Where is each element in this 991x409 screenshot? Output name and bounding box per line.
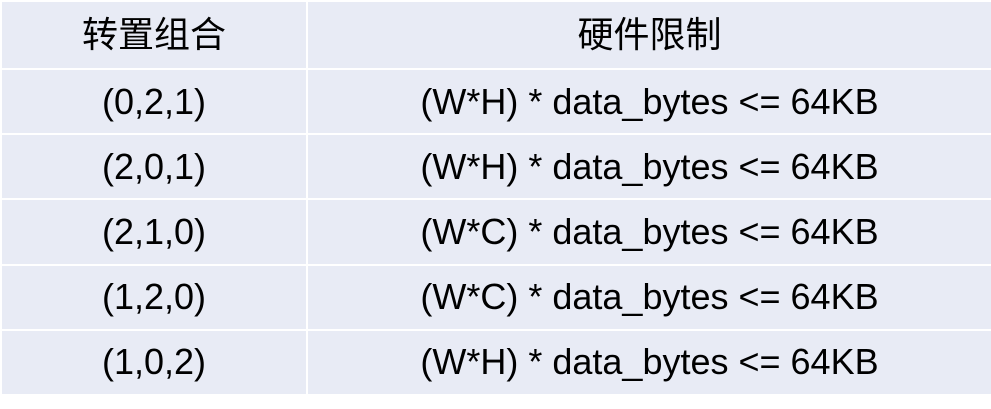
cell-hardware-limit: (W*C) * data_bytes <= 64KB — [306, 263, 991, 331]
cell-transpose-combination: (0,2,1) — [0, 67, 308, 136]
table-row: (0,2,1) (W*H) * data_bytes <= 64KB — [0, 67, 991, 136]
cell-hardware-limit: (W*H) * data_bytes <= 64KB — [306, 67, 991, 136]
header-hardware-limit: 硬件限制 — [306, 0, 991, 70]
header-transpose-combination: 转置组合 — [0, 0, 308, 70]
cell-hardware-limit: (W*H) * data_bytes <= 64KB — [306, 328, 991, 397]
cell-transpose-combination: (1,2,0) — [0, 263, 308, 331]
table-row: (2,1,0) (W*C) * data_bytes <= 64KB — [0, 198, 991, 266]
transpose-constraints-table: 转置组合 硬件限制 (0,2,1) (W*H) * data_bytes <= … — [0, 0, 991, 397]
table-header-row: 转置组合 硬件限制 — [0, 0, 991, 70]
cell-hardware-limit: (W*H) * data_bytes <= 64KB — [306, 133, 991, 201]
cell-transpose-combination: (2,0,1) — [0, 133, 308, 201]
table-row: (1,0,2) (W*H) * data_bytes <= 64KB — [0, 328, 991, 397]
table-row: (2,0,1) (W*H) * data_bytes <= 64KB — [0, 133, 991, 201]
table-row: (1,2,0) (W*C) * data_bytes <= 64KB — [0, 263, 991, 331]
cell-transpose-combination: (1,0,2) — [0, 328, 308, 397]
cell-hardware-limit: (W*C) * data_bytes <= 64KB — [306, 198, 991, 266]
cell-transpose-combination: (2,1,0) — [0, 198, 308, 266]
